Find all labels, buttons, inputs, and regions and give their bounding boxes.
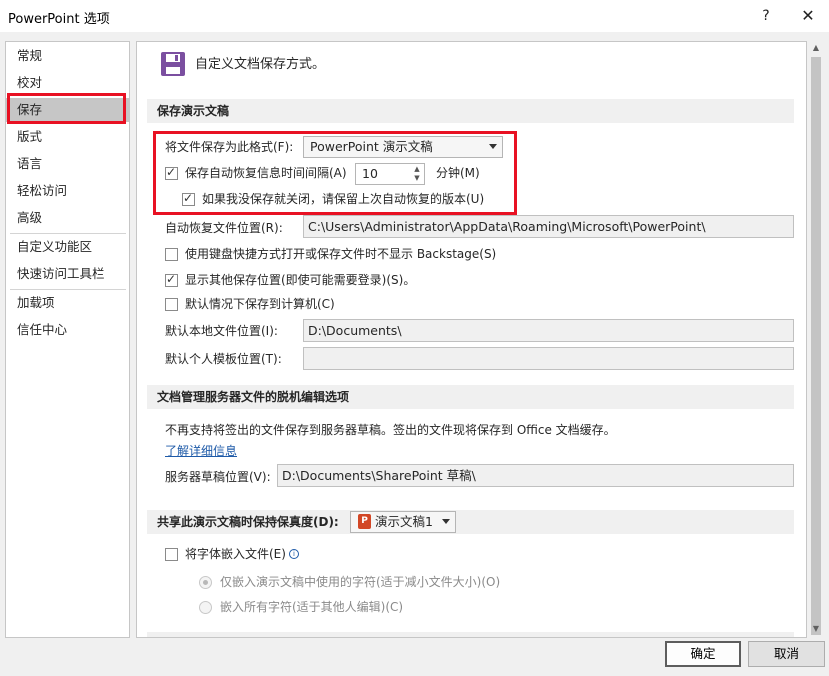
highlight-box-nav [7,93,126,124]
cancel-button[interactable]: 取消 [748,641,825,667]
powerpoint-icon: P [358,514,371,529]
next-section-edge [147,632,794,637]
no-backstage-label: 使用键盘快捷方式打开或保存文件时不显示 Backstage(S) [185,247,497,261]
default-template-location-field[interactable] [303,347,794,370]
embed-fonts-label: 将字体嵌入文件(E) [185,547,286,561]
embed-fonts-checkbox[interactable] [165,548,178,561]
sidebar-item-language[interactable]: 语言 [6,152,129,176]
scroll-up-icon[interactable]: ▲ [808,41,824,55]
sidebar-divider [10,289,126,290]
close-button[interactable]: ✕ [794,4,822,28]
window-title: PowerPoint 选项 [8,12,110,27]
embed-used-chars-radio[interactable] [199,576,212,589]
scrollbar-thumb[interactable] [811,57,821,635]
sidebar-item-general[interactable]: 常规 [6,44,129,68]
sidebar-item-proofing[interactable]: 校对 [6,71,129,95]
embed-used-chars-label: 仅嵌入演示文稿中使用的字符(适于减小文件大小)(O) [220,575,501,589]
embed-all-chars-radio[interactable] [199,601,212,614]
save-icon [161,52,185,76]
sidebar: 常规 校对 保存 版式 语言 轻松访问 高级 自定义功能区 快速访问工具栏 加载… [5,41,130,638]
server-drafts-label: 服务器草稿位置(V): [165,470,271,484]
default-local-location-label: 默认本地文件位置(I): [165,324,278,338]
save-to-computer-label: 默认情况下保存到计算机(C) [185,297,335,311]
sidebar-divider [10,233,126,234]
learn-more-link[interactable]: 了解详细信息 [165,442,237,460]
info-icon[interactable]: i [288,549,299,559]
section-header-save: 保存演示文稿 [147,99,794,123]
title-bar [0,0,829,32]
scroll-down-icon[interactable]: ▼ [808,622,824,636]
autorecover-location-label: 自动恢复文件位置(R): [165,221,283,235]
section-header-fidelity: 共享此演示文稿时保持保真度(D): [147,510,794,534]
save-to-computer-checkbox[interactable] [165,298,178,311]
help-button[interactable]: ? [752,4,780,28]
autorecover-location-field[interactable]: C:\Users\Administrator\AppData\Roaming\M… [303,215,794,238]
sidebar-item-quick-access-toolbar[interactable]: 快速访问工具栏 [6,262,129,286]
sidebar-item-layout[interactable]: 版式 [6,125,129,149]
show-other-locations-checkbox[interactable] [165,272,178,287]
embed-all-chars-label: 嵌入所有字符(适于其他人编辑)(C) [220,600,404,614]
sidebar-item-advanced[interactable]: 高级 [6,206,129,230]
ok-button[interactable]: 确定 [665,641,741,667]
highlight-box-autosave [153,131,517,215]
embed-fonts-row: 将字体嵌入文件(E) i [185,545,299,563]
sidebar-item-accessibility[interactable]: 轻松访问 [6,179,129,203]
offline-editing-description: 不再支持将签出的文件保存到服务器草稿。签出的文件现将保存到 Office 文档缓… [165,423,616,437]
section-header-offline-editing: 文档管理服务器文件的脱机编辑选项 [147,385,794,409]
sidebar-item-add-ins[interactable]: 加载项 [6,291,129,315]
page-header-text: 自定义文档保存方式。 [195,57,326,72]
show-other-locations-label: 显示其他保存位置(即使可能需要登录)(S)。 [185,273,416,287]
default-template-location-label: 默认个人模板位置(T): [165,352,282,366]
fidelity-presentation-value: 演示文稿1 [375,514,433,529]
server-drafts-field[interactable]: D:\Documents\SharePoint 草稿\ [277,464,794,487]
sidebar-item-trust-center[interactable]: 信任中心 [6,318,129,342]
no-backstage-checkbox[interactable] [165,248,178,261]
chevron-down-icon [442,519,450,524]
default-local-location-field[interactable]: D:\Documents\ [303,319,794,342]
sidebar-item-customize-ribbon[interactable]: 自定义功能区 [6,235,129,259]
